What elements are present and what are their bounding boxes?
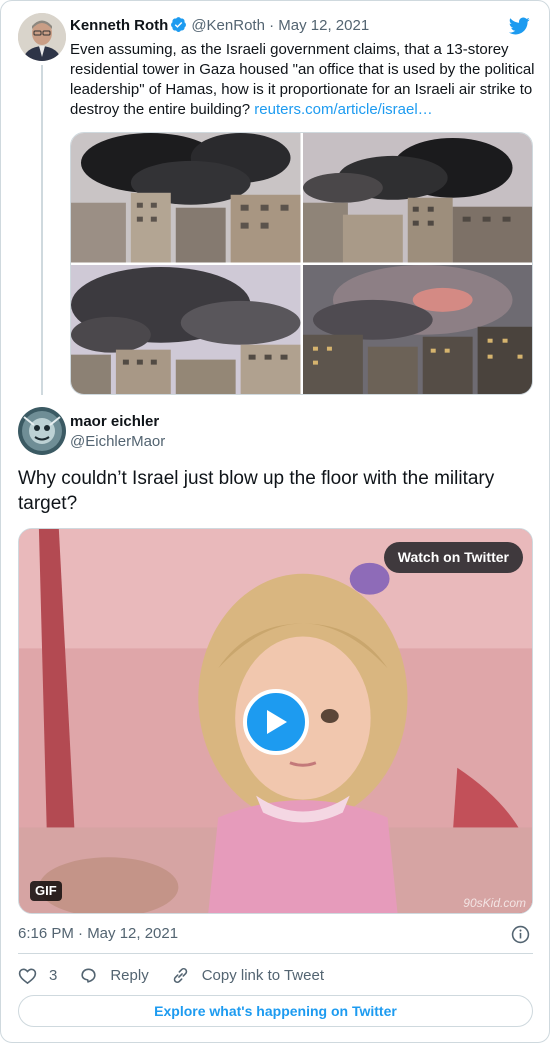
thread-connector-line xyxy=(41,65,43,395)
explore-twitter-button[interactable]: Explore what's happening on Twitter xyxy=(18,995,533,1027)
reply-tweet-text: Why couldn’t Israel just blow up the flo… xyxy=(18,468,495,514)
gif-watermark: 90sKid.com xyxy=(463,896,526,910)
watch-on-twitter-button[interactable]: Watch on Twitter xyxy=(383,542,523,573)
reply-gif-player[interactable]: Watch on Twitter GIF 90sKid.com xyxy=(18,528,533,914)
link-icon xyxy=(173,967,187,983)
separator-dot: · xyxy=(269,17,275,34)
copy-link-label: Copy link to Tweet xyxy=(201,966,324,984)
parent-tweet-photo-grid xyxy=(70,132,533,395)
gif-badge: GIF xyxy=(30,881,62,901)
parent-tweet-text: Even assuming, as the Israeli government… xyxy=(70,40,535,120)
maor-eichler-avatar[interactable] xyxy=(18,407,66,455)
tweet-embed-card: Kenneth Roth @KenRoth · May 12, 2021 Even… xyxy=(0,0,550,1043)
photo-smoke-1[interactable] xyxy=(71,133,301,263)
parent-tweet-date[interactable]: May 12, 2021 xyxy=(278,17,369,34)
reply-timestamp[interactable]: 6:16 PM · May 12, 2021 xyxy=(18,924,178,944)
info-icon[interactable] xyxy=(511,925,530,944)
photo-smoke-4[interactable] xyxy=(302,264,532,394)
parent-author-name[interactable]: Kenneth Roth xyxy=(70,17,168,34)
play-button[interactable] xyxy=(243,689,309,755)
photo-smoke-2[interactable] xyxy=(302,133,532,263)
parent-author-handle[interactable]: @KenRoth xyxy=(191,17,265,34)
reply-bubble-icon xyxy=(81,968,96,983)
reply-action[interactable]: Reply xyxy=(79,966,149,985)
tweet-actions-bar: 3 Reply Copy link to Tweet xyxy=(18,962,346,988)
reply-label: Reply xyxy=(110,966,149,984)
heart-icon xyxy=(18,968,37,984)
like-count: 3 xyxy=(49,966,58,984)
reuters-article-link[interactable]: reuters.com/article/israel… xyxy=(254,101,432,118)
copy-link-action[interactable]: Copy link to Tweet xyxy=(171,966,324,985)
reply-author-handle[interactable]: @EichlerMaor xyxy=(70,432,165,452)
action-divider xyxy=(18,953,533,954)
play-icon xyxy=(267,710,287,734)
like-action[interactable]: 3 xyxy=(18,966,57,985)
twitter-bird-icon[interactable] xyxy=(507,15,531,37)
kenneth-roth-avatar[interactable] xyxy=(18,13,66,61)
photo-smoke-3[interactable] xyxy=(71,264,301,394)
parent-tweet-header: Kenneth Roth @KenRoth · May 12, 2021 xyxy=(70,16,369,36)
verified-badge-icon xyxy=(171,17,187,32)
reply-author-name[interactable]: maor eichler xyxy=(70,412,159,432)
